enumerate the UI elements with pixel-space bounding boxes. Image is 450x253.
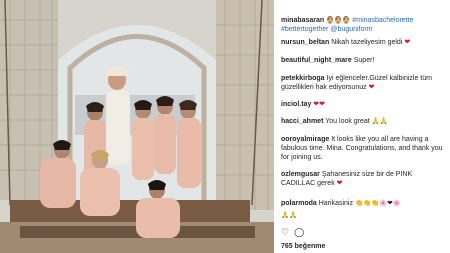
- post-photo[interactable]: [0, 0, 274, 253]
- praying-hands-emoji-icon: 🙏🙏: [281, 211, 298, 219]
- comment-text: Harikasiniz: [318, 200, 353, 207]
- comment-item: inciol.tay ❤❤: [281, 100, 447, 109]
- comment-item: petekkirboga Iyi eğlenceler.Güzel kalbin…: [281, 74, 447, 92]
- comment-item-continued: 🙏🙏: [281, 211, 447, 220]
- comment-username[interactable]: petekkirboga: [281, 75, 325, 82]
- heart-emoji-icon: ❤: [368, 83, 375, 92]
- post-actions: ♡ ◯: [281, 228, 304, 238]
- comment-username[interactable]: ozlemgusar: [281, 171, 320, 178]
- comment-username[interactable]: ooroyalmirage: [281, 136, 329, 143]
- heart-emoji-icon: ❤❤: [313, 100, 326, 108]
- praying-hands-emoji-icon: 🙏🙏: [371, 117, 388, 125]
- bride-emoji-icon: 👰👰👰: [326, 16, 351, 24]
- comment-item: polarmoda Harikasiniz 👏👏👏🌸❤🌸: [281, 199, 447, 208]
- comment-bubble-icon[interactable]: ◯: [294, 228, 304, 238]
- comment-item: hacci_ahmet You look great 🙏🙏: [281, 117, 447, 126]
- clapping-emoji-icon: 👏👏👏🌸❤🌸: [354, 199, 401, 207]
- comment-item: ooroyalmirage It looks like you all are …: [281, 135, 447, 163]
- comment-username[interactable]: hacci_ahmet: [281, 118, 323, 125]
- comment-username[interactable]: beautiful_night_mare: [281, 57, 352, 64]
- heart-outline-icon[interactable]: ♡: [281, 228, 289, 238]
- caption-username[interactable]: minabasaran: [281, 17, 324, 24]
- comment-text: Super!: [353, 57, 375, 64]
- comment-username[interactable]: polarmoda: [281, 200, 317, 207]
- heart-emoji-icon: ❤: [404, 38, 411, 46]
- comments-panel: minabasaran 👰👰👰 #minasbachelorette #bett…: [276, 0, 450, 253]
- comment-text: Nikah tazeliyesim geldi: [331, 39, 403, 46]
- instagram-post: minabasaran 👰👰👰 #minasbachelorette #bett…: [0, 0, 450, 253]
- comment-text: You look great: [325, 118, 370, 125]
- comment-username[interactable]: inciol.tay: [281, 101, 311, 108]
- comment-item: nursun_beltan Nikah tazeliyesim geldi ❤: [281, 38, 447, 47]
- post-caption: minabasaran 👰👰👰 #minasbachelorette #bett…: [281, 16, 447, 34]
- like-count[interactable]: 765 beğenme: [281, 242, 325, 251]
- comment-item: ozlemgusar Şahanesiniz size bir de PINK …: [281, 170, 447, 188]
- comment-item: beautiful_night_mare Super!: [281, 56, 447, 65]
- bachelorette-group-photo: [0, 0, 274, 253]
- heart-emoji-icon: ❤: [336, 179, 343, 188]
- comment-username[interactable]: nursun_beltan: [281, 39, 329, 46]
